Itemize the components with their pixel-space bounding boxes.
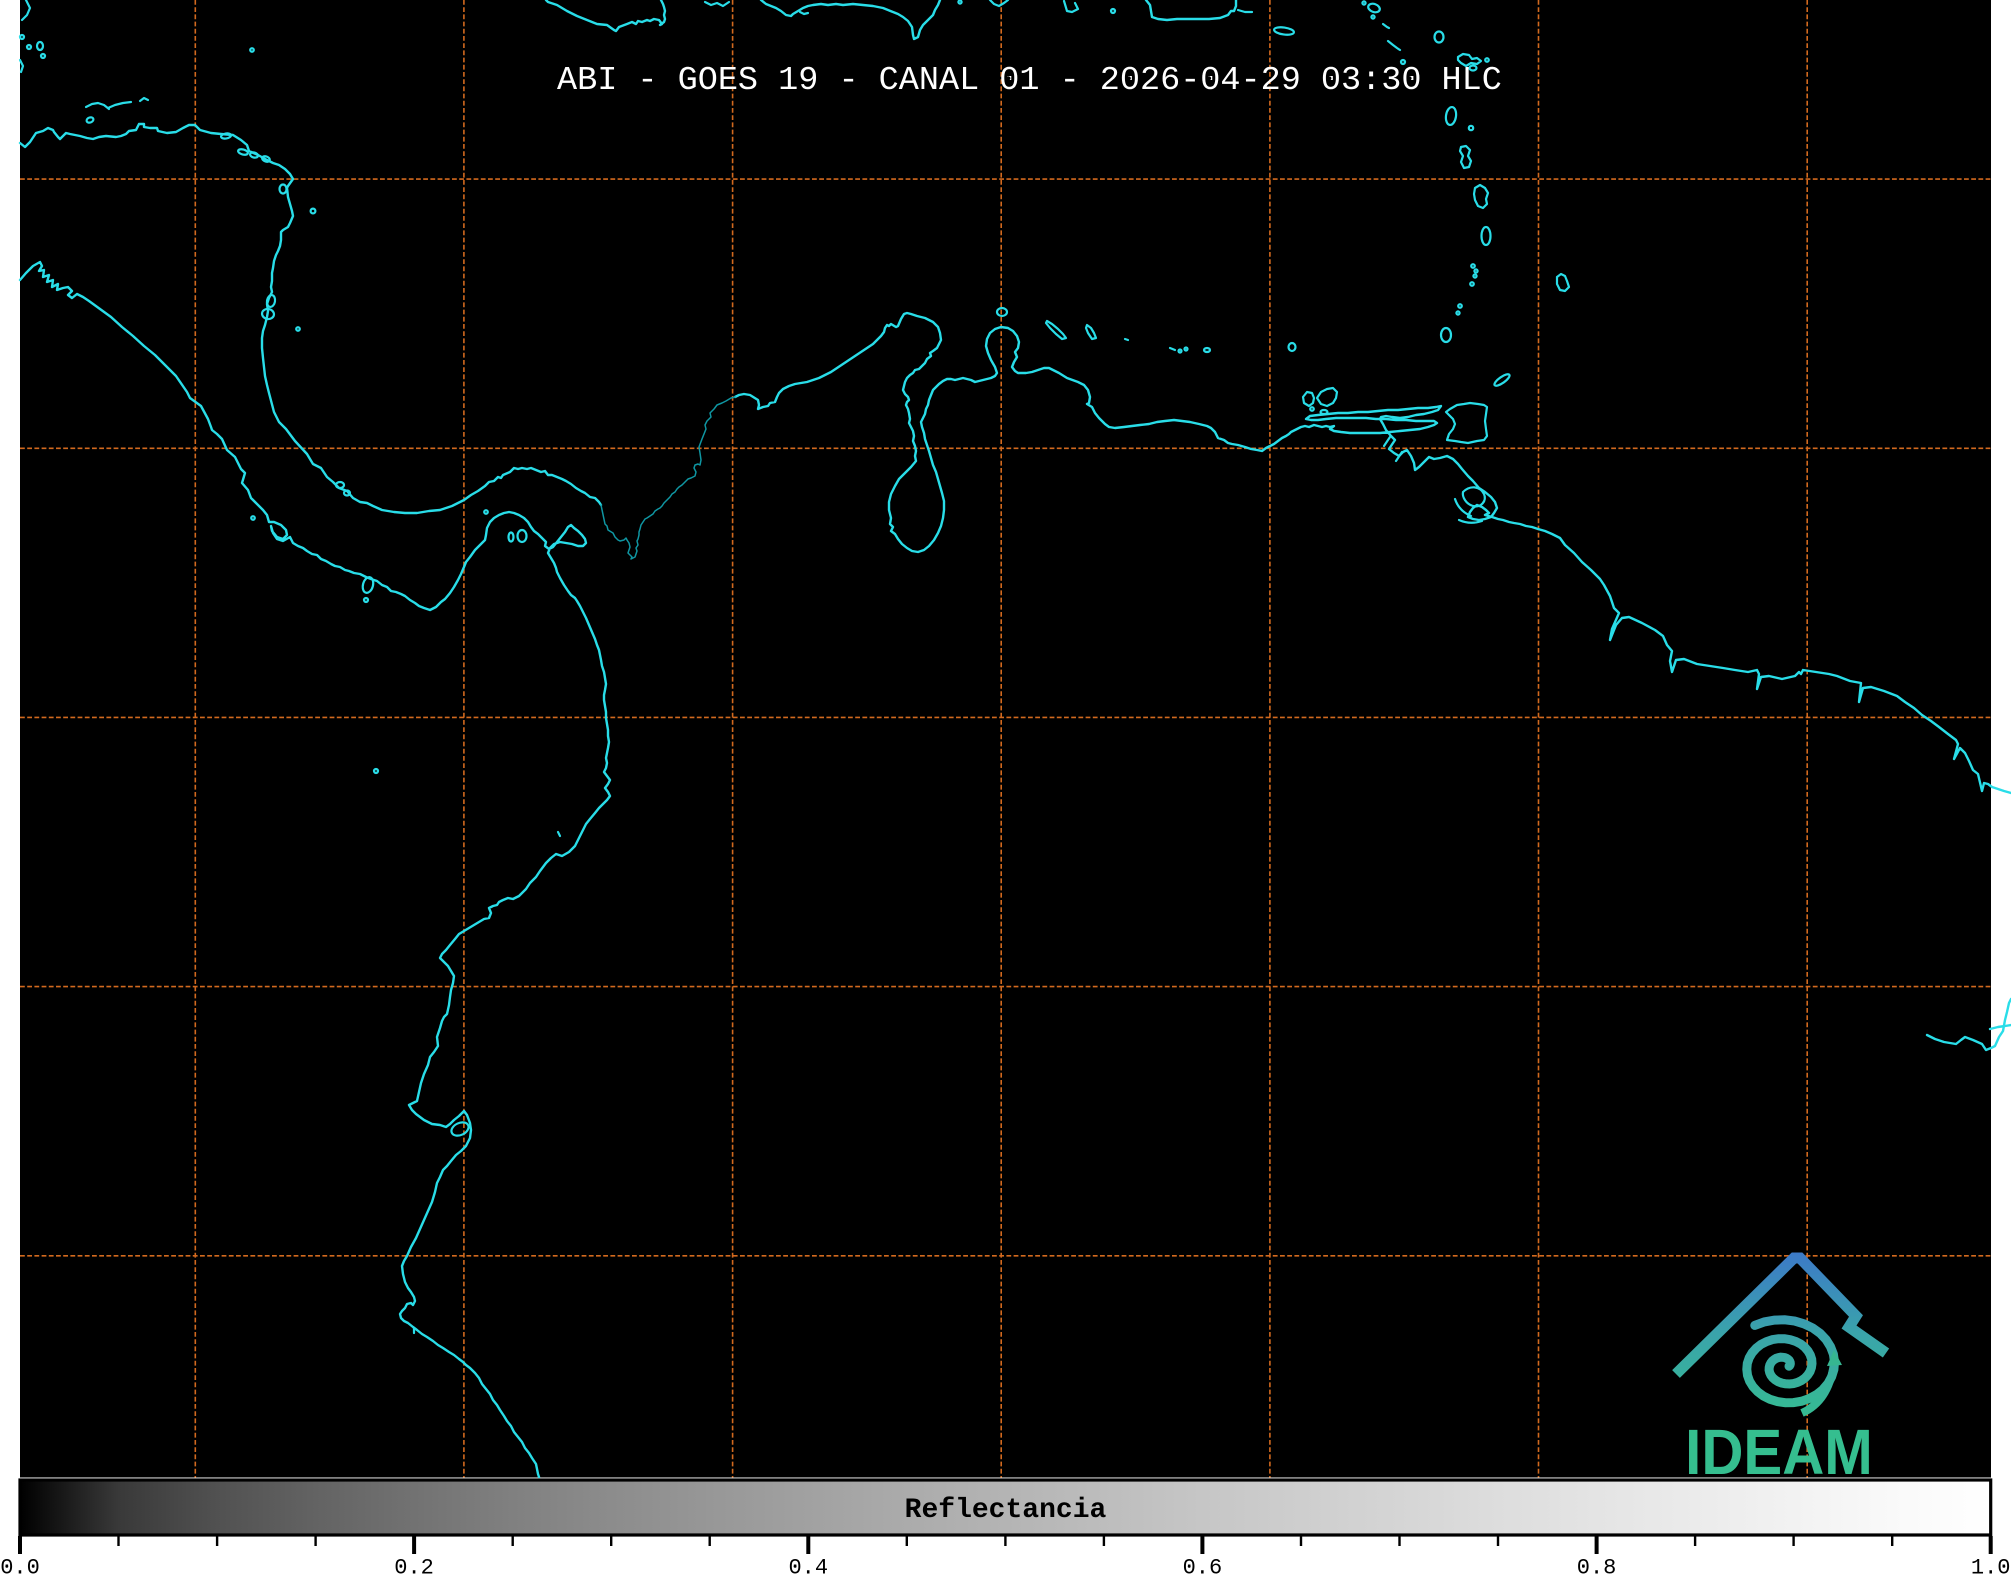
svg-text:Reflectancia: Reflectancia <box>905 1495 1107 1526</box>
svg-text:ABI - GOES 19 - CANAL 01 - 202: ABI - GOES 19 - CANAL 01 - 2026-04-29 03… <box>557 62 1502 100</box>
svg-text:IDEAM: IDEAM <box>1685 1416 1873 1487</box>
